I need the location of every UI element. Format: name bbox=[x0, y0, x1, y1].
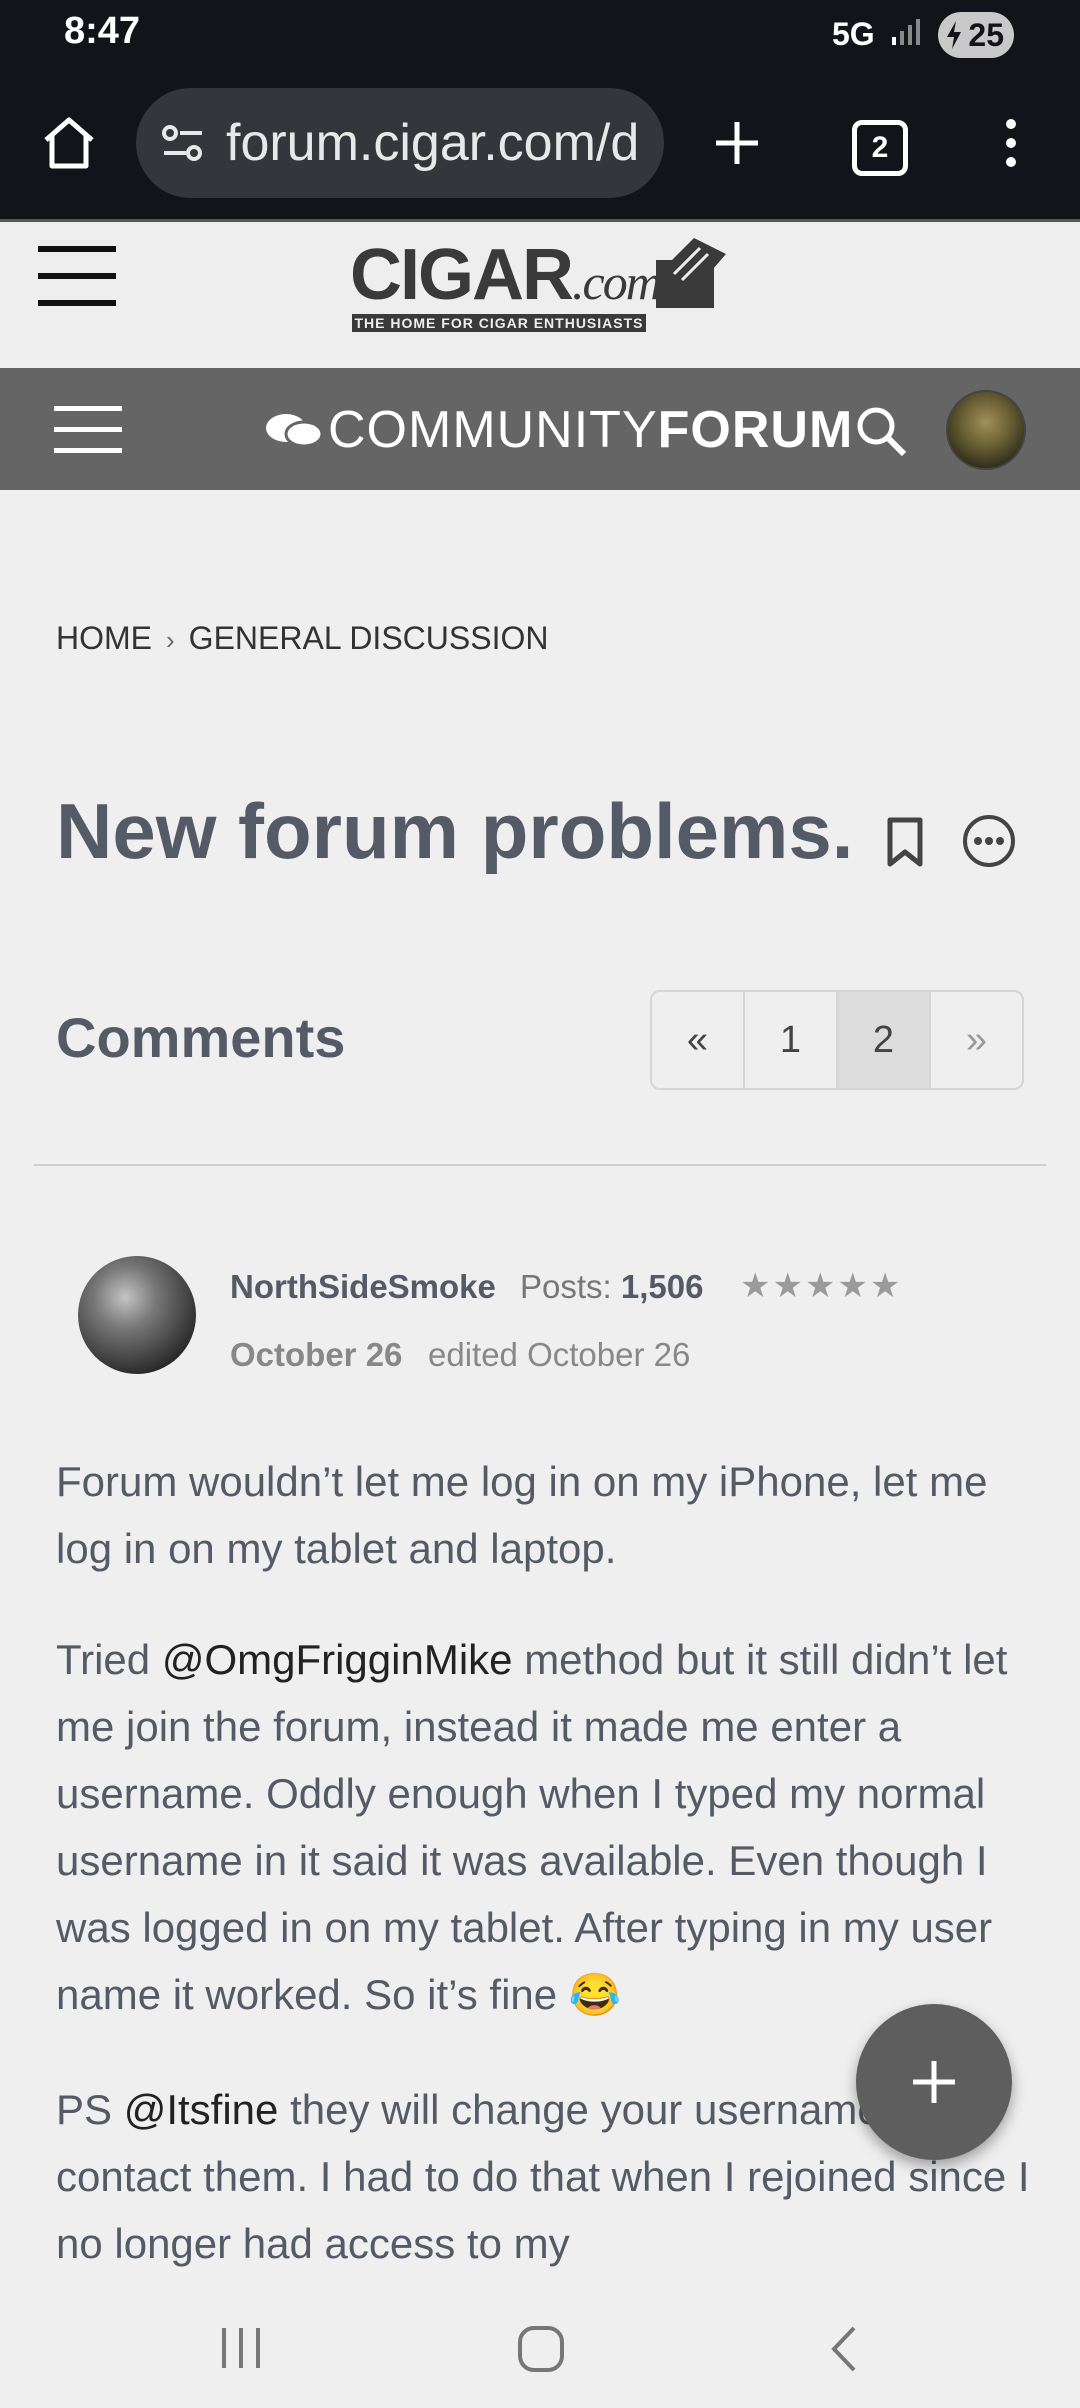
signal-icon bbox=[891, 19, 920, 45]
site-header: CIGAR.com THE HOME FOR CIGAR ENTHUSIASTS bbox=[0, 222, 1080, 368]
menu-icon[interactable] bbox=[38, 242, 118, 310]
post-edited: edited October 26 bbox=[428, 1336, 691, 1373]
comments-heading: Comments bbox=[56, 1006, 346, 1069]
new-tab-icon[interactable] bbox=[710, 116, 764, 170]
more-menu-icon[interactable] bbox=[996, 116, 1026, 170]
posts-label: Posts: bbox=[520, 1268, 612, 1305]
breadcrumb-separator: › bbox=[166, 625, 175, 655]
recents-icon[interactable] bbox=[218, 2324, 264, 2372]
mention-link[interactable]: @Itsfine bbox=[124, 2086, 279, 2133]
pager-prev[interactable]: « bbox=[652, 992, 745, 1088]
status-time: 8:47 bbox=[64, 10, 141, 52]
rank-stars: ★★★★★ bbox=[740, 1267, 903, 1305]
forum-title-bold: FORUM bbox=[657, 401, 854, 459]
status-bar: 8:47 5G 25 bbox=[0, 0, 1080, 72]
tab-switcher-button[interactable]: 2 bbox=[852, 120, 908, 176]
back-icon[interactable] bbox=[826, 2324, 862, 2374]
forum-menu-icon[interactable] bbox=[54, 404, 124, 456]
p2-text-post: method but it still didn’t let me join t… bbox=[56, 1636, 1008, 2018]
url-text: forum.cigar.com/d bbox=[226, 114, 640, 172]
p2-text-pre: Tried bbox=[56, 1636, 162, 1683]
logo-com-text: .com bbox=[572, 254, 662, 310]
site-settings-icon[interactable] bbox=[160, 121, 206, 165]
pager-page-1[interactable]: 1 bbox=[745, 992, 838, 1088]
plus-icon bbox=[913, 2061, 955, 2103]
user-avatar[interactable] bbox=[946, 390, 1026, 470]
forum-title-light: COMMUNITY bbox=[328, 401, 658, 459]
cigar-box-logo-icon bbox=[656, 238, 726, 308]
post-count: Posts: 1,506 bbox=[520, 1268, 703, 1306]
system-nav-bar bbox=[0, 2290, 1080, 2408]
pagination: « 1 2 » bbox=[650, 990, 1024, 1090]
pager-next[interactable]: » bbox=[931, 992, 1022, 1088]
network-indicator: 5G bbox=[832, 16, 930, 53]
breadcrumb-home[interactable]: HOME bbox=[56, 620, 152, 656]
divider bbox=[34, 1164, 1046, 1166]
options-icon[interactable] bbox=[960, 812, 1018, 870]
post-date[interactable]: October 26 bbox=[230, 1336, 402, 1374]
battery-level: 25 bbox=[968, 16, 1004, 53]
post-author[interactable]: NorthSideSmoke bbox=[230, 1268, 496, 1306]
p3-text-pre: PS bbox=[56, 2086, 124, 2133]
home-nav-icon[interactable] bbox=[516, 2324, 566, 2374]
pager-page-2[interactable]: 2 bbox=[838, 992, 931, 1088]
chat-bubbles-icon bbox=[266, 414, 324, 448]
new-post-button[interactable] bbox=[856, 2004, 1012, 2160]
battery-indicator: 25 bbox=[938, 12, 1014, 58]
logo-tagline: THE HOME FOR CIGAR ENTHUSIASTS bbox=[352, 314, 646, 332]
home-icon[interactable] bbox=[38, 112, 100, 174]
logo-main-text: CIGAR bbox=[350, 235, 574, 315]
browser-toolbar: forum.cigar.com/d 2 bbox=[0, 72, 1080, 222]
page-title: New forum problems. bbox=[56, 787, 854, 875]
forum-title[interactable]: COMMUNITYFORUM bbox=[328, 400, 853, 460]
breadcrumb: HOME › GENERAL DISCUSSION bbox=[56, 620, 548, 657]
bookmark-icon[interactable] bbox=[884, 816, 926, 868]
posts-number: 1,506 bbox=[620, 1268, 704, 1305]
charging-icon bbox=[947, 21, 962, 49]
breadcrumb-section[interactable]: GENERAL DISCUSSION bbox=[189, 620, 549, 656]
search-icon[interactable] bbox=[854, 404, 910, 460]
post-author-avatar[interactable] bbox=[78, 1256, 196, 1374]
post-paragraph-2: Tried @OmgFrigginMike method but it stil… bbox=[56, 1626, 1036, 2028]
mention-link[interactable]: @OmgFrigginMike bbox=[162, 1636, 513, 1683]
forum-nav-bar: COMMUNITYFORUM bbox=[0, 368, 1080, 490]
post-paragraph-1: Forum wouldn’t let me log in on my iPhon… bbox=[56, 1458, 988, 1572]
cigar-logo[interactable]: CIGAR.com bbox=[350, 234, 662, 316]
network-label: 5G bbox=[832, 16, 875, 52]
url-bar[interactable]: forum.cigar.com/d bbox=[136, 88, 664, 198]
